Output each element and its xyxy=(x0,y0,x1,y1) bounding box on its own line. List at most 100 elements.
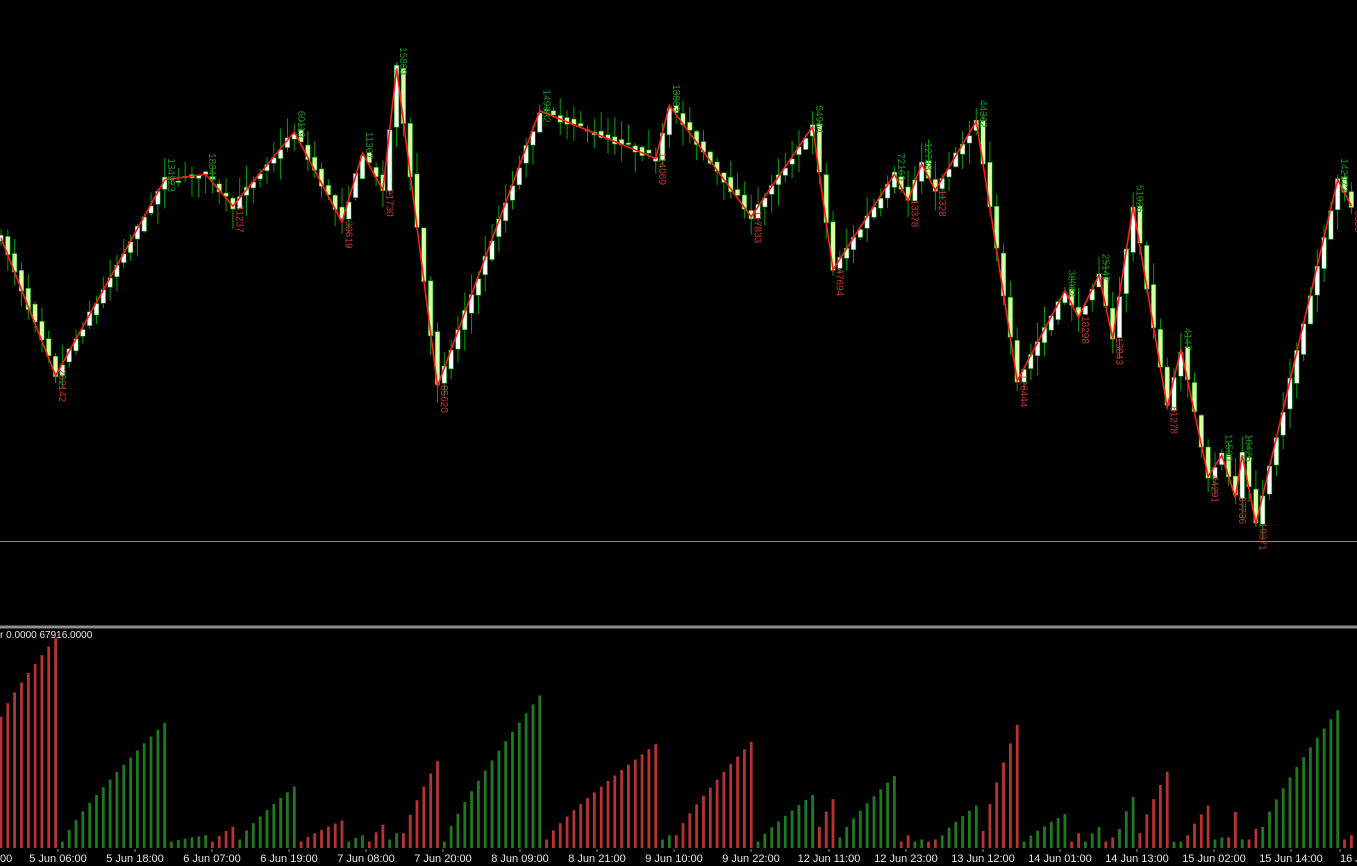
volume-bar xyxy=(1206,805,1210,848)
swing-volume-label: 44291 xyxy=(1209,475,1220,503)
volume-bar xyxy=(306,837,310,848)
volume-bar xyxy=(1261,826,1265,848)
volume-bar xyxy=(1193,823,1196,848)
volume-bar xyxy=(415,800,419,848)
volume-bar xyxy=(231,826,235,848)
volume-bar xyxy=(988,804,992,848)
volume-bar xyxy=(517,722,521,848)
volume-bar xyxy=(258,816,262,848)
volume-bar xyxy=(1070,841,1074,848)
volume-bar xyxy=(26,673,30,848)
volume-bar xyxy=(1329,719,1333,848)
volume-bar xyxy=(422,786,426,848)
swing-volume-label: 10426 xyxy=(1243,434,1254,462)
volume-bar xyxy=(1302,757,1305,848)
volume-bar xyxy=(756,841,760,848)
volume-bar xyxy=(1159,785,1162,848)
volume-bar xyxy=(6,703,10,848)
volume-bar xyxy=(1254,828,1258,848)
volume-bar xyxy=(647,749,651,848)
volume-bar xyxy=(592,792,596,848)
time-label: 5 Jun 18:00 xyxy=(106,853,164,865)
volume-bar xyxy=(852,818,855,848)
volume-bar xyxy=(333,823,337,848)
volume-bar xyxy=(504,741,508,848)
volume-bar xyxy=(627,764,630,848)
volume-bar xyxy=(531,704,535,848)
volume-bar xyxy=(940,835,944,848)
volume-bar xyxy=(1131,797,1135,848)
volume-bar xyxy=(81,811,85,848)
time-label: 6 Jun 19:00 xyxy=(260,853,318,865)
volume-bar xyxy=(1268,811,1271,848)
volume-bar xyxy=(1322,728,1326,848)
volume-bar xyxy=(354,838,357,848)
volume-bar xyxy=(961,816,964,848)
swing-volume-label: 21730 xyxy=(383,189,394,217)
swing-volume-label: 30619 xyxy=(343,221,354,249)
volume-bar xyxy=(367,841,371,848)
volume-bar xyxy=(286,792,289,848)
volume-bar xyxy=(674,835,678,848)
time-label: 16 J xyxy=(1340,853,1357,865)
volume-bar xyxy=(47,646,51,848)
volume-bar xyxy=(224,831,228,848)
volume-bar xyxy=(388,839,392,848)
swing-volume-label: 38084 xyxy=(1065,270,1076,298)
volume-bar xyxy=(40,655,44,848)
swing-volume-label: 31237 xyxy=(233,205,244,233)
volume-bar xyxy=(954,821,958,848)
volume-bar xyxy=(1104,841,1108,848)
volume-bar xyxy=(211,841,214,848)
volume-bar xyxy=(640,754,644,848)
swing-volume-label: 85620 xyxy=(438,385,449,413)
volume-bar xyxy=(245,830,248,848)
volume-bar xyxy=(1247,839,1251,848)
volume-bar xyxy=(361,835,364,848)
volume-bar xyxy=(688,813,692,848)
volume-bar xyxy=(61,841,64,848)
swing-volume-label: 60119 xyxy=(295,111,306,139)
swing-volume-label: 149382 xyxy=(540,90,551,124)
volume-bar xyxy=(933,839,937,848)
time-label: 9 Jun 10:00 xyxy=(645,853,703,865)
time-label: 15 Jun 14:00 xyxy=(1259,853,1323,865)
volume-bar xyxy=(156,729,160,848)
volume-bar xyxy=(108,779,112,848)
volume-bar xyxy=(722,771,726,848)
volume-bar xyxy=(818,826,821,848)
volume-bar xyxy=(702,795,705,848)
volume-bar xyxy=(1220,837,1224,848)
volume-bar xyxy=(899,841,903,848)
volume-bar xyxy=(879,789,883,848)
volume-bar xyxy=(463,802,467,848)
volume-bar xyxy=(1043,826,1046,848)
volume-bar xyxy=(381,824,385,848)
volume-bar xyxy=(327,826,330,848)
volume-bar xyxy=(54,638,57,848)
swing-volume-label: 72160 xyxy=(895,153,906,181)
swing-volume-label: 54964 xyxy=(813,105,824,133)
volume-bar xyxy=(1336,710,1340,848)
volume-bar xyxy=(743,749,746,848)
volume-bar xyxy=(906,835,910,848)
volume-bar xyxy=(797,805,801,848)
volume-bar xyxy=(115,772,119,848)
volume-bar xyxy=(449,826,453,848)
volume-bar xyxy=(968,810,971,848)
volume-bar xyxy=(777,821,780,848)
volume-bar xyxy=(606,781,610,848)
candle-body xyxy=(878,198,884,209)
volume-bar xyxy=(1343,839,1346,848)
volume-bar xyxy=(1213,839,1217,848)
volume-bar xyxy=(1281,788,1285,848)
swing-volume-label: 11560 xyxy=(1222,434,1233,462)
volume-bar xyxy=(136,750,139,848)
volume-bar xyxy=(586,798,589,848)
volume-bar xyxy=(190,837,194,848)
volume-bar xyxy=(790,810,794,848)
volume-bar xyxy=(477,780,480,848)
volume-bar xyxy=(1049,822,1053,848)
volume-bar xyxy=(1029,835,1033,848)
volume-bar xyxy=(292,786,296,848)
